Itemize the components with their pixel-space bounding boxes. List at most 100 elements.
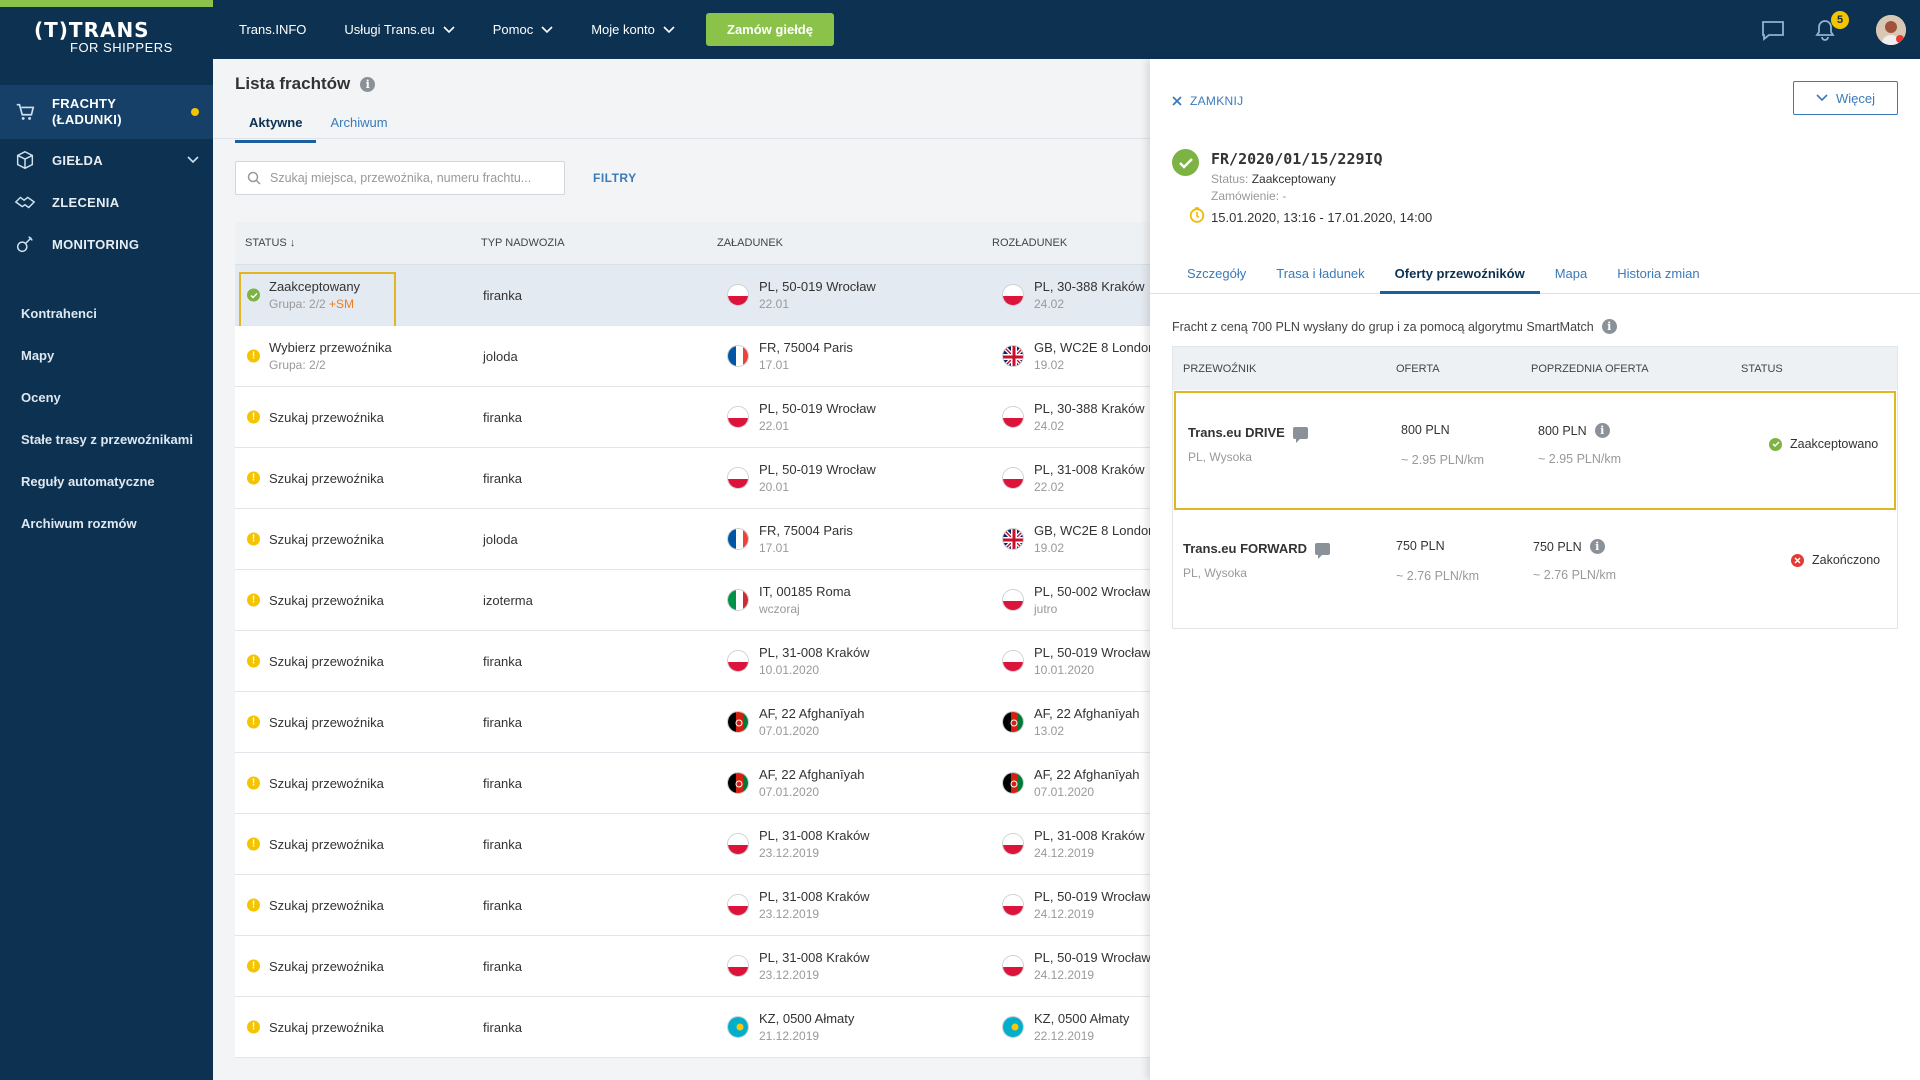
cell-unloading: PL, 31-008 Kraków 22.02 <box>982 462 1150 494</box>
table-row[interactable]: ! Szukaj przewoźnika firanka PL, 31-008 … <box>235 875 1151 936</box>
loading-place: PL, 50-019 Wrocław <box>759 401 876 416</box>
table-row[interactable]: ! Szukaj przewoźnika firanka PL, 31-008 … <box>235 631 1151 692</box>
cell-unloading: AF, 22 Afghanīyah 07.01.2020 <box>982 767 1150 799</box>
cell-status: ! Szukaj przewoźnika <box>235 776 471 791</box>
pl-flag-icon <box>1002 833 1024 855</box>
table-row[interactable]: ! Szukaj przewoźnika firanka AF, 22 Afgh… <box>235 692 1150 753</box>
topnav-pomoc[interactable]: Pomoc <box>474 0 572 59</box>
smartmatch-tag: +SM <box>325 297 355 311</box>
table-row[interactable]: ! Wybierz przewoźnika Grupa: 2/2 joloda … <box>235 326 1155 387</box>
table-row[interactable]: ! Szukaj przewoźnika joloda FR, 75004 Pa… <box>235 509 1155 570</box>
status-text: Szukaj przewoźnika <box>269 958 384 974</box>
warning-icon: ! <box>247 715 260 729</box>
tab-oferty[interactable]: Oferty przewoźników <box>1379 254 1540 294</box>
topnav-uslugi[interactable]: Usługi Trans.eu <box>325 0 473 59</box>
tab-historia[interactable]: Historia zmian <box>1602 254 1714 294</box>
offer-row[interactable]: Trans.eu DRIVE PL, Wysoka 800 PLN ~ 2.95… <box>1174 391 1896 510</box>
tab-archiwum[interactable]: Archiwum <box>316 109 401 143</box>
table-row[interactable]: ! Szukaj przewoźnika izoterma IT, 00185 … <box>235 570 1151 631</box>
sidebar-item-reguly[interactable]: Reguły automatyczne <box>0 460 213 502</box>
cell-body-type: firanka <box>471 715 707 730</box>
cell-status: ! Szukaj przewoźnika <box>235 1020 471 1035</box>
topnav-trans-info[interactable]: Trans.INFO <box>213 0 325 59</box>
info-icon[interactable]: i <box>1601 319 1617 334</box>
message-icon[interactable] <box>1292 426 1308 443</box>
sidebar-item-zlecenia[interactable]: ZLECENIA <box>0 181 213 223</box>
freight-status: Status: Zaakceptowany <box>1211 172 1336 186</box>
unloading-place: KZ, 0500 Ałmaty <box>1034 1011 1130 1026</box>
more-button[interactable]: Więcej <box>1793 81 1898 115</box>
offer-per-km: ~ 2.95 PLN/km <box>1401 453 1485 467</box>
handshake-icon <box>14 196 36 209</box>
warning-icon: ! <box>247 654 260 668</box>
sidebar-item-gielda[interactable]: GIEŁDA <box>0 139 213 181</box>
warning-icon: ! <box>247 593 260 607</box>
box-icon <box>16 150 34 170</box>
carrier-location: PL, Wysoka <box>1183 566 1247 580</box>
unloading-date: 24.02 <box>1034 419 1065 433</box>
cell-loading: FR, 75004 Paris 17.01 <box>707 523 982 555</box>
sidebar-item-monitoring[interactable]: MONITORING <box>0 223 213 265</box>
offer-row[interactable]: Trans.eu FORWARD PL, Wysoka 750 PLN ~ 2.… <box>1173 511 1897 628</box>
warning-icon: ! <box>247 776 260 790</box>
offers-body: Trans.eu DRIVE PL, Wysoka 800 PLN ~ 2.95… <box>1173 391 1897 628</box>
sidebar-item-stale-trasy[interactable]: Stałe trasy z przewoźnikami <box>0 418 213 460</box>
sidebar-item-kontrahenci[interactable]: Kontrahenci <box>0 292 213 334</box>
status-text: Szukaj przewoźnika <box>269 897 384 913</box>
cell-unloading: PL, 30-388 Kraków 24.02 <box>982 401 1150 433</box>
more-label: Więcej <box>1835 90 1875 106</box>
info-icon[interactable]: i <box>360 76 376 92</box>
table-row[interactable]: ! Szukaj przewoźnika firanka AF, 22 Afgh… <box>235 753 1150 814</box>
tab-mapa[interactable]: Mapa <box>1540 254 1603 294</box>
pl-flag-icon <box>727 284 749 306</box>
sidebar-item-archiwum-rozmow[interactable]: Archiwum rozmów <box>0 502 213 544</box>
topnav-moje-konto[interactable]: Moje konto <box>572 0 694 59</box>
app-logo[interactable]: (T)TRANS FOR SHIPPERS <box>34 20 184 56</box>
status-value: Zaakceptowany <box>1251 172 1336 186</box>
logo-sub-text: FOR SHIPPERS <box>70 40 173 55</box>
table-row[interactable]: ! Szukaj przewoźnika firanka PL, 50-019 … <box>235 387 1150 448</box>
body-type-text: joloda <box>483 348 518 364</box>
table-body: Zaakceptowany Grupa: 2/2 +SM firanka PL,… <box>235 265 1155 1058</box>
loading-date: 17.01 <box>759 358 790 372</box>
info-icon[interactable]: i <box>1594 423 1610 438</box>
cell-offer: 750 PLN ~ 2.76 PLN/km <box>1396 539 1479 583</box>
table-row[interactable]: ! Szukaj przewoźnika firanka KZ, 0500 Ał… <box>235 997 1150 1058</box>
sidebar-item-oceny[interactable]: Oceny <box>0 376 213 418</box>
loading-place: PL, 31-008 Kraków <box>759 828 870 843</box>
close-panel-button[interactable]: ZAMKNIJ <box>1172 94 1243 108</box>
search-input[interactable]: Szukaj miejsca, przewoźnika, numeru frac… <box>235 161 565 195</box>
cell-unloading: GB, WC2E 8 London 19.02 <box>982 340 1155 372</box>
message-icon[interactable] <box>1315 542 1331 559</box>
notification-badge: 5 <box>1831 11 1849 29</box>
cell-unloading: KZ, 0500 Ałmaty 22.12.2019 <box>982 1011 1150 1043</box>
avatar[interactable] <box>1876 15 1906 45</box>
offer-status: Zaakceptowano <box>1769 437 1878 451</box>
tab-szczegoly[interactable]: Szczegóły <box>1172 254 1261 294</box>
tab-aktywne[interactable]: Aktywne <box>235 109 317 143</box>
column-status[interactable]: STATUS ↓ <box>235 237 471 249</box>
table-row[interactable]: ! Szukaj przewoźnika firanka PL, 31-008 … <box>235 814 1150 875</box>
order-exchange-button[interactable]: Zamów giełdę <box>706 13 834 46</box>
info-icon[interactable]: i <box>1589 539 1605 554</box>
group-info: Grupa: 2/2 <box>269 358 471 372</box>
sidebar-item-mapy[interactable]: Mapy <box>0 334 213 376</box>
table-row[interactable]: ! Szukaj przewoźnika firanka PL, 31-008 … <box>235 936 1151 997</box>
sidebar-item-frachty[interactable]: FRACHTY (ŁADUNKI) <box>0 85 213 139</box>
table-header: STATUS ↓ TYP NADWOZIA ZAŁADUNEK ROZŁADUN… <box>235 222 1150 265</box>
cell-body-type: firanka <box>471 898 707 913</box>
table-row[interactable]: ! Szukaj przewoźnika firanka PL, 50-019 … <box>235 448 1150 509</box>
table-row[interactable]: Zaakceptowany Grupa: 2/2 +SM firanka PL,… <box>235 265 1150 330</box>
tab-trasa[interactable]: Trasa i ładunek <box>1261 254 1379 294</box>
smartmatch-note: Fracht z ceną 700 PLN wysłany do grup i … <box>1172 319 1617 334</box>
cell-unloading: GB, WC2E 8 London 19.02 <box>982 523 1155 555</box>
chat-icon[interactable] <box>1760 17 1786 43</box>
loading-place: PL, 31-008 Kraków <box>759 950 870 965</box>
cell-loading: KZ, 0500 Ałmaty 21.12.2019 <box>707 1011 982 1043</box>
filters-button[interactable]: FILTRY <box>593 171 637 185</box>
error-circle-icon <box>1791 553 1804 567</box>
freight-table: STATUS ↓ TYP NADWOZIA ZAŁADUNEK ROZŁADUN… <box>235 222 1155 1058</box>
body-type-text: firanka <box>483 897 523 913</box>
warning-icon: ! <box>247 1020 260 1034</box>
cell-previous-offer: 750 PLN i ~ 2.76 PLN/km <box>1533 539 1616 582</box>
